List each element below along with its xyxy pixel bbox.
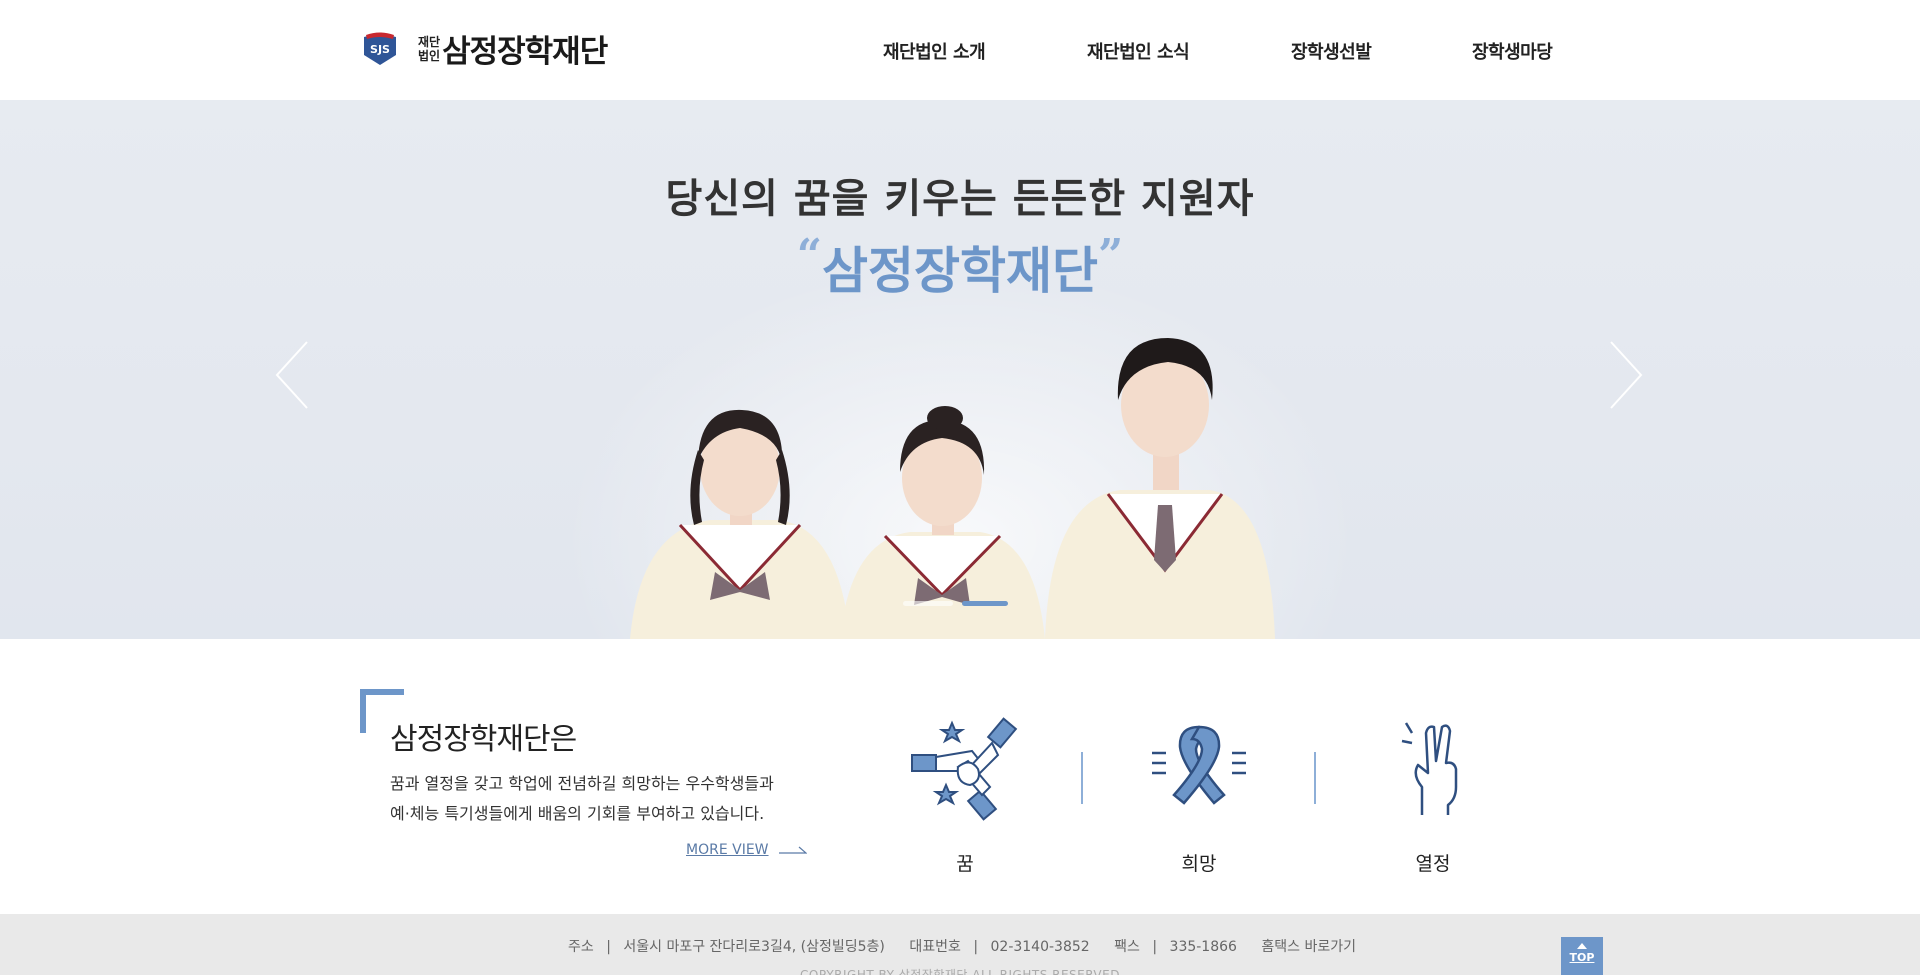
long-arrow-right-icon [778,846,807,854]
more-view-label: MORE VIEW [686,842,769,858]
nav-item-community[interactable]: 장학생마당 [1472,38,1553,64]
hero-subtitle: 당신의 꿈을 키우는 든든한 지원자 [665,176,1255,222]
value-hope-label: 희망 [1181,853,1217,875]
copyright: COPYRIGHT BY 삼정장학재단 ALL RIGHTS RESERVED [800,968,1120,975]
hands-stars-icon [911,717,1018,821]
nav-item-news[interactable]: 재단법인 소식 [1087,38,1190,64]
footer-separator: | [606,939,611,955]
nav-item-about[interactable]: 재단법인 소개 [883,38,986,64]
intro-section: 삼정장학재단은 꿈과 열정을 갖고 학업에 전념하길 희망하는 우수학생들과 예… [0,639,1920,914]
value-divider [1314,752,1316,804]
top-label: TOP [1569,951,1595,964]
fax-label: 팩스 [1114,939,1140,955]
student-right [1045,338,1275,639]
intro-desc-line-2: 예·체능 특기생들에게 배움의 기회를 부여하고 있습니다. [390,804,765,823]
hero-quote-open: “ [796,230,822,281]
fax-value: 335-1866 [1169,939,1237,955]
nav-item-selection[interactable]: 장학생선발 [1291,38,1372,64]
phone-label: 대표번호 [909,939,961,955]
intro-description: 꿈과 열정을 갖고 학업에 전념하길 희망하는 우수학생들과 예·체능 특기생들… [390,769,774,829]
address-value: 서울시 마포구 잔다리로3길4, (삼정빌딩5층) [623,939,885,955]
hero-quote-close: ” [1098,230,1124,281]
prev-slide-arrow-icon[interactable] [273,340,313,410]
main-nav: 재단법인 소개 재단법인 소식 장학생선발 장학생마당 [0,38,1920,64]
footer-separator: | [973,939,979,955]
address-label: 주소 [567,939,594,955]
footer-info: 주소 | 서울시 마포구 잔다리로3길4, (삼정빌딩5층) 대표번호 | 02… [0,936,1920,956]
value-dream: 꿈 [900,717,1030,876]
value-dream-label: 꿈 [956,853,974,875]
next-slide-arrow-icon[interactable] [1605,340,1645,410]
site-header: SJS 재단 법인 삼정장학재단 재단법인 소개 재단법인 소식 장학생선발 장… [0,0,1920,100]
scroll-top-button[interactable]: TOP [1561,937,1603,975]
site-footer: 주소 | 서울시 마포구 잔다리로3길4, (삼정빌딩5층) 대표번호 | 02… [0,914,1920,975]
slider-pagination [0,601,1920,607]
phone-value: 02-3140-3852 [990,939,1090,955]
hero-title-text: 삼정장학재단 [822,242,1098,300]
hometax-link[interactable]: 홈택스 바로가기 [1261,939,1356,955]
arrow-up-icon [1577,943,1587,949]
value-divider [1081,752,1083,804]
value-passion-label: 열정 [1415,853,1451,875]
footer-separator: | [1152,939,1158,955]
hero-title: “삼정장학재단” [0,230,1920,303]
value-passion: 열정 [1368,717,1498,876]
victory-hand-icon [1401,722,1458,815]
intro-desc-line-1: 꿈과 열정을 갖고 학업에 전념하길 희망하는 우수학생들과 [390,774,774,793]
value-hope: 희망 [1134,717,1264,876]
intro-title: 삼정장학재단은 [390,722,577,757]
hero-slider: 당신의 꿈을 키우는 든든한 지원자 “삼정장학재단” [0,100,1920,639]
ribbon-icon [1152,725,1246,805]
more-view-link[interactable]: MORE VIEW [686,842,807,858]
slide-dot-1[interactable] [903,601,953,606]
students-photo [630,338,1275,639]
slide-dot-2-active[interactable] [962,601,1008,606]
